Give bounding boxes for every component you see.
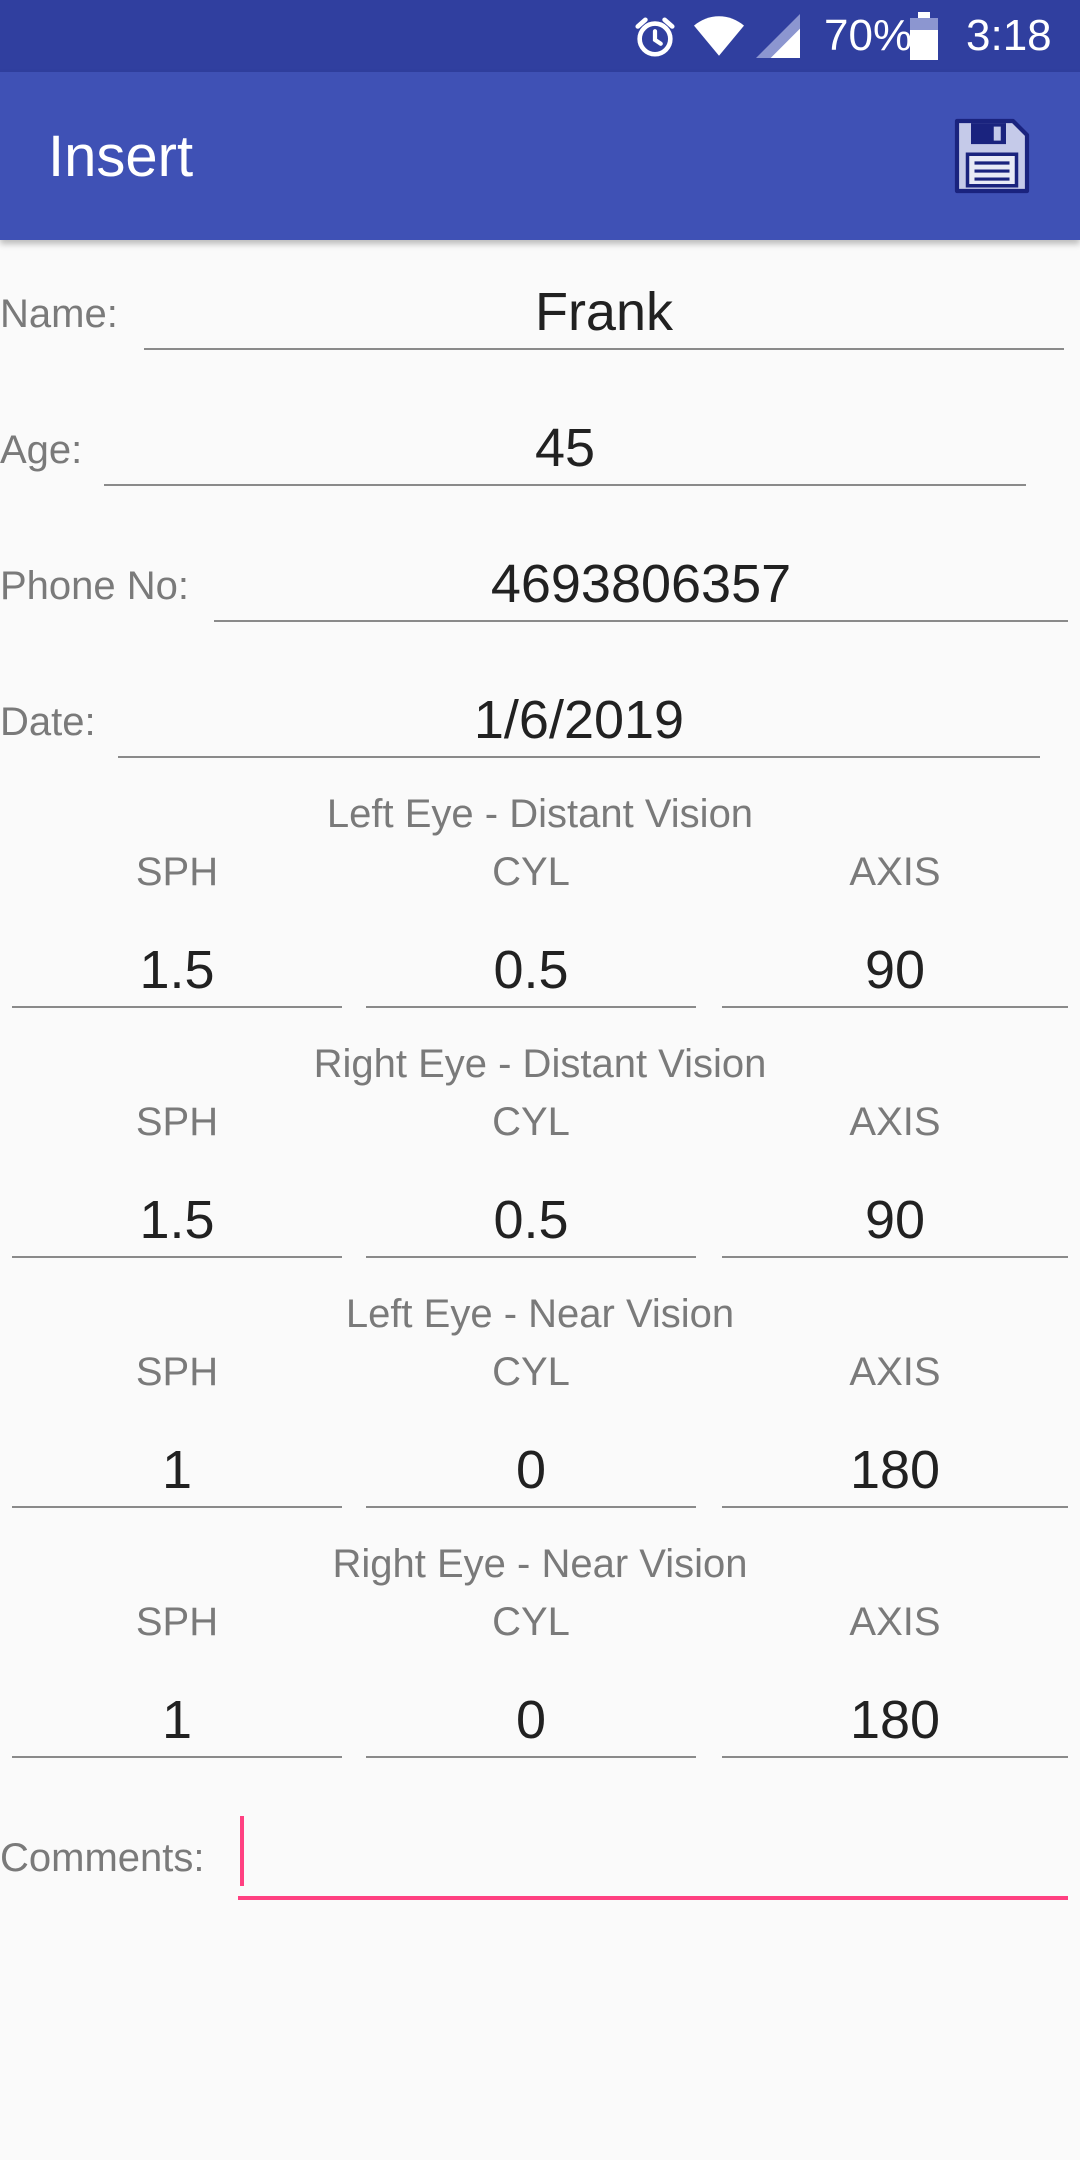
- section-title-left-eye-distant: Left Eye - Distant Vision: [326, 792, 754, 836]
- section-title-right-eye-distant: Right Eye - Distant Vision: [313, 1042, 767, 1086]
- save-button[interactable]: [950, 114, 1034, 198]
- wifi-icon: [694, 16, 744, 56]
- floppy-disk-save-icon: [954, 118, 1030, 194]
- name-field[interactable]: Frank: [144, 276, 1064, 350]
- alarm-icon: [635, 17, 675, 57]
- right-near-cyl-field[interactable]: 0: [366, 1684, 696, 1758]
- section-title-right-eye-near: Right Eye - Near Vision: [332, 1542, 748, 1586]
- sph-label: SPH: [135, 1100, 219, 1144]
- comments-field[interactable]: [238, 1812, 1068, 1900]
- battery-icon: [910, 12, 938, 60]
- left-near-axis-field[interactable]: 180: [722, 1434, 1068, 1508]
- sph-label: SPH: [135, 1600, 219, 1644]
- comments-label: Comments:: [0, 1836, 205, 1880]
- right-near-axis-field[interactable]: 180: [722, 1684, 1068, 1758]
- page-title: Insert: [48, 124, 194, 189]
- axis-label: AXIS: [849, 1600, 941, 1644]
- app-bar: Insert: [0, 72, 1080, 240]
- date-field[interactable]: 1/6/2019: [118, 684, 1040, 758]
- right-distant-sph-field[interactable]: 1.5: [12, 1184, 342, 1258]
- text-cursor: [240, 1816, 244, 1886]
- axis-label: AXIS: [849, 1350, 941, 1394]
- cyl-label: CYL: [492, 1350, 570, 1394]
- name-label: Name:: [0, 292, 118, 336]
- left-near-cyl-field[interactable]: 0: [366, 1434, 696, 1508]
- right-near-sph-field[interactable]: 1: [12, 1684, 342, 1758]
- left-near-sph-field[interactable]: 1: [12, 1434, 342, 1508]
- phone-field[interactable]: 4693806357: [214, 548, 1068, 622]
- left-distant-axis-field[interactable]: 90: [722, 934, 1068, 1008]
- age-label: Age:: [0, 428, 83, 472]
- sph-label: SPH: [135, 1350, 219, 1394]
- right-distant-cyl-field[interactable]: 0.5: [366, 1184, 696, 1258]
- cell-signal-icon: [756, 14, 800, 58]
- axis-label: AXIS: [849, 850, 941, 894]
- cyl-label: CYL: [492, 850, 570, 894]
- age-field[interactable]: 45: [104, 412, 1026, 486]
- battery-percent: 70%: [824, 11, 913, 60]
- right-distant-axis-field[interactable]: 90: [722, 1184, 1068, 1258]
- clock-time: 3:18: [966, 11, 1052, 60]
- left-distant-sph-field[interactable]: 1.5: [12, 934, 342, 1008]
- phone-label: Phone No:: [0, 564, 190, 608]
- left-distant-cyl-field[interactable]: 0.5: [366, 934, 696, 1008]
- sph-label: SPH: [135, 850, 219, 894]
- date-label: Date:: [0, 700, 96, 744]
- cyl-label: CYL: [492, 1100, 570, 1144]
- section-title-left-eye-near: Left Eye - Near Vision: [345, 1292, 735, 1336]
- axis-label: AXIS: [849, 1100, 941, 1144]
- status-bar: 70% 3:18: [0, 0, 1080, 72]
- cyl-label: CYL: [492, 1600, 570, 1644]
